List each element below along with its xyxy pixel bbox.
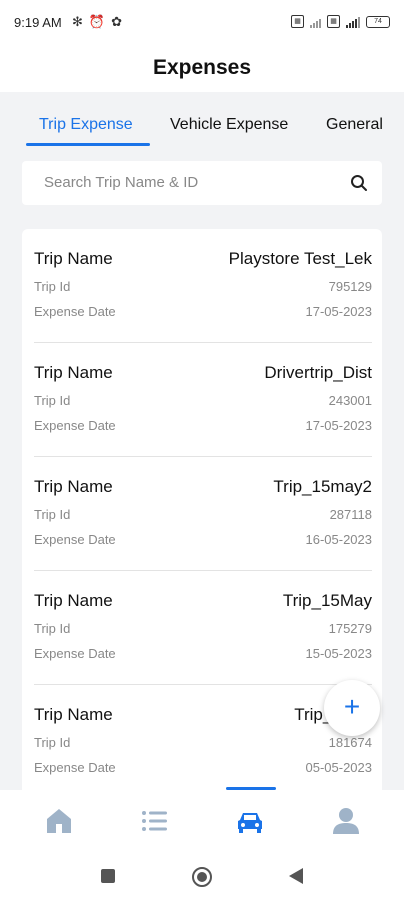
expense-date-label: Expense Date: [34, 304, 116, 319]
back-icon[interactable]: [288, 867, 304, 885]
fan-icon: ✻: [72, 14, 83, 29]
trip-id-label: Trip Id: [34, 507, 71, 522]
trip-name-label: Trip Name: [34, 249, 113, 268]
battery-icon: 74: [366, 15, 390, 28]
bottom-nav: [0, 787, 404, 852]
status-time: 9:19 AM: [14, 15, 62, 30]
expense-date-value: 16-05-2023: [305, 532, 373, 547]
trip-name-label: Trip Name: [34, 705, 113, 724]
trip-id-label: Trip Id: [34, 621, 71, 636]
expense-list: Trip Name Playstore Test_Lek Trip Id 795…: [22, 229, 382, 829]
status-bar: 9:19 AM ✻ ⏰ ✿ ▦ ▦ 74: [0, 0, 404, 46]
expense-date-value: 15-05-2023: [305, 646, 373, 661]
signal-icon: [310, 16, 321, 28]
search-placeholder: Search Trip Name & ID: [44, 174, 199, 191]
expense-item[interactable]: Trip Name Trip_15May Trip Id 175279 Expe…: [34, 571, 372, 685]
trip-name-value: Drivertrip_Dist: [264, 363, 372, 382]
profile-icon[interactable]: [331, 806, 361, 836]
trip-id-label: Trip Id: [34, 735, 71, 750]
expense-date-label: Expense Date: [34, 418, 116, 433]
trip-name-label: Trip Name: [34, 591, 113, 610]
active-nav-indicator: [226, 787, 276, 790]
expense-date-value: 17-05-2023: [305, 304, 373, 319]
recent-apps-icon[interactable]: [100, 868, 116, 884]
expense-date-label: Expense Date: [34, 532, 116, 547]
car-icon[interactable]: [235, 806, 265, 836]
home-icon[interactable]: [44, 806, 74, 836]
trip-id-value: 287118: [329, 507, 372, 522]
tab-bar: Trip Expense Vehicle Expense General: [0, 100, 404, 148]
search-input[interactable]: Search Trip Name & ID: [22, 161, 382, 205]
trip-id-value: 181674: [328, 735, 372, 750]
active-tab-indicator: [26, 143, 150, 146]
alarm-icon: ⏰: [88, 14, 106, 29]
expense-date-value: 05-05-2023: [305, 760, 373, 775]
home-button-icon[interactable]: [191, 866, 213, 888]
wifi-settings-icon: ✿: [111, 14, 122, 29]
trip-name-value: Trip_15may2: [273, 477, 372, 496]
tab-trip-expense[interactable]: Trip Expense: [39, 116, 133, 134]
tab-general[interactable]: General: [326, 116, 383, 134]
expense-date-label: Expense Date: [34, 646, 116, 661]
system-nav-bar: [0, 852, 404, 900]
trip-id-label: Trip Id: [34, 393, 71, 408]
app-header: Expenses: [0, 46, 404, 92]
search-icon[interactable]: [350, 174, 368, 192]
trip-id-label: Trip Id: [34, 279, 71, 294]
sim-icon: ▦: [291, 15, 304, 28]
add-expense-button[interactable]: +: [324, 680, 380, 736]
sim2-icon: ▦: [327, 15, 340, 28]
expense-date-label: Expense Date: [34, 760, 116, 775]
trip-name-value: Playstore Test_Lek: [228, 249, 372, 268]
trip-id-value: 795129: [328, 279, 372, 294]
trip-id-value: 175279: [328, 621, 372, 636]
tab-vehicle-expense[interactable]: Vehicle Expense: [170, 116, 288, 134]
trip-name-value: Trip_15May: [282, 591, 372, 610]
list-icon[interactable]: [140, 806, 170, 836]
expense-item[interactable]: Trip Name Drivertrip_Dist Trip Id 243001…: [34, 343, 372, 457]
page-title: Expenses: [152, 56, 252, 79]
signal2-icon: [346, 16, 360, 28]
expense-item[interactable]: Trip Name Trip_15may2 Trip Id 287118 Exp…: [34, 457, 372, 571]
trip-id-value: 243001: [328, 393, 372, 408]
expense-item[interactable]: Trip Name Trip_Drive Trip Id 181674 Expe…: [34, 685, 372, 799]
expense-item[interactable]: Trip Name Playstore Test_Lek Trip Id 795…: [34, 229, 372, 343]
trip-name-label: Trip Name: [34, 363, 113, 382]
expense-date-value: 17-05-2023: [305, 418, 373, 433]
trip-name-label: Trip Name: [34, 477, 113, 496]
